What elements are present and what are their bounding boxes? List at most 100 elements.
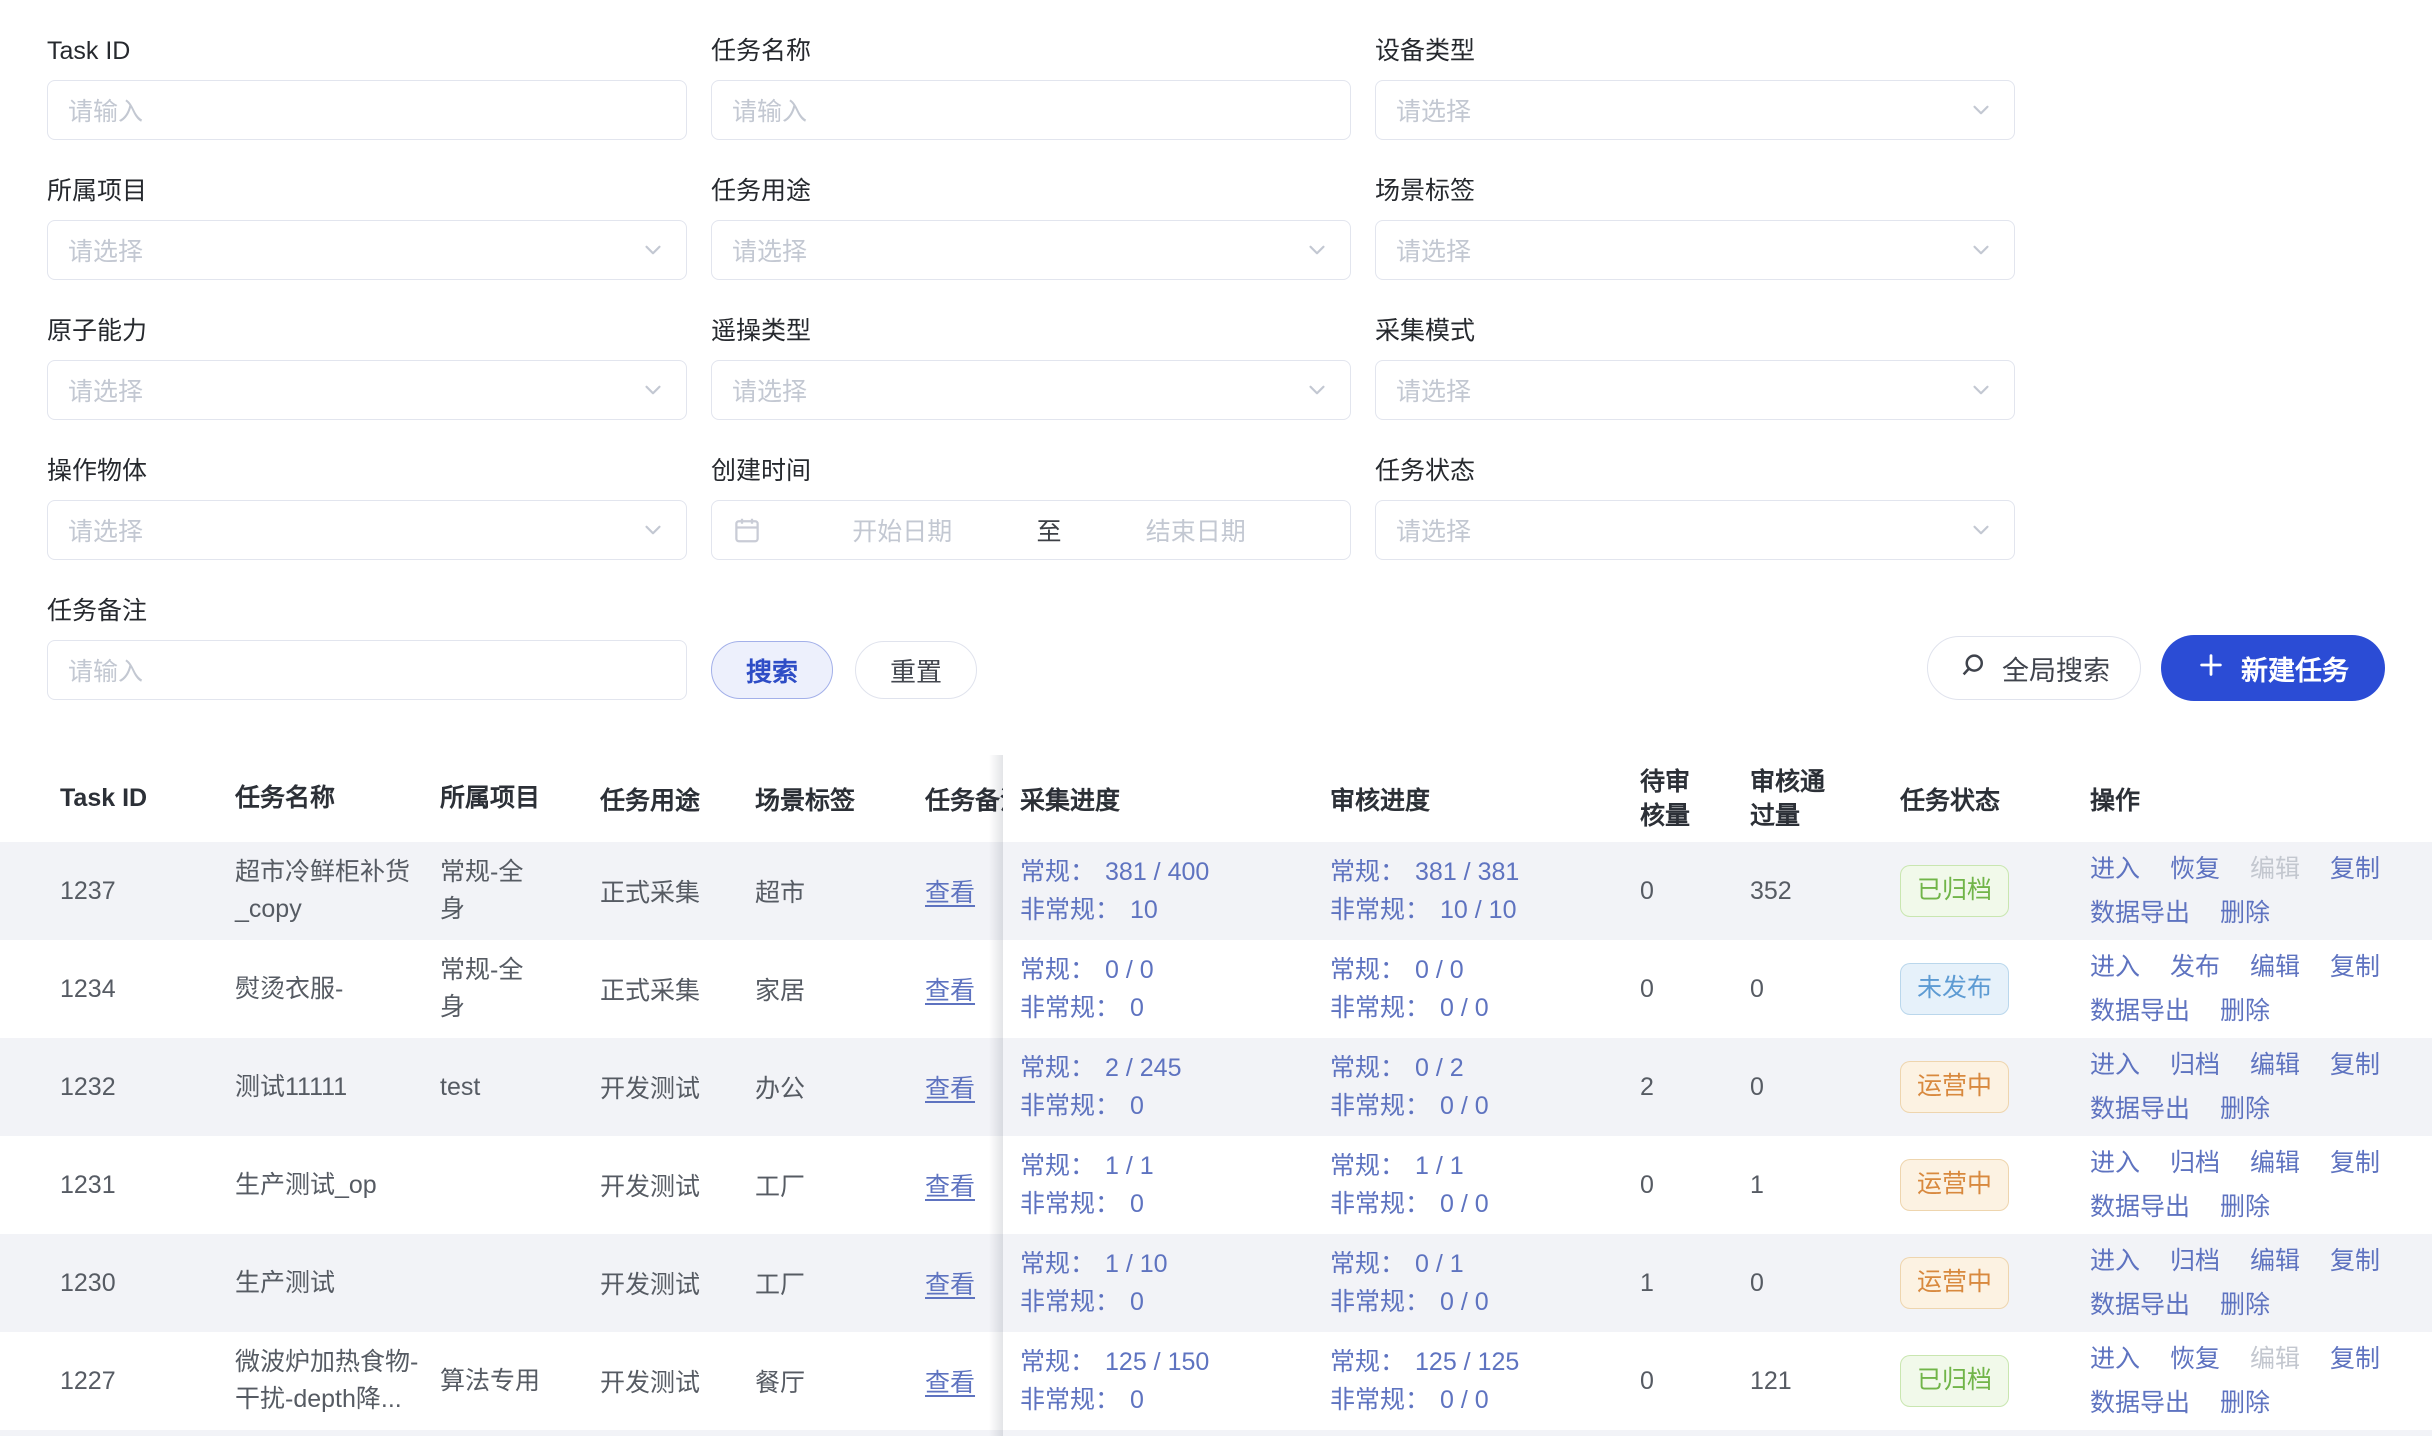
status-badge: 运营中 — [1900, 1257, 2009, 1309]
cell-approved: 0 — [1750, 975, 1900, 1004]
task-id-input[interactable]: 请输入 — [47, 80, 687, 140]
op-copy[interactable]: 复制 — [2330, 1246, 2380, 1276]
cell-status: 运营中 — [1900, 1061, 2090, 1113]
view-remark-link[interactable]: 查看 — [925, 879, 975, 907]
cell-pending-review: 1 — [1640, 1269, 1750, 1298]
regular-label: 常规： — [1330, 1250, 1405, 1278]
op-delete[interactable]: 删除 — [2220, 898, 2270, 928]
op-edit[interactable]: 编辑 — [2250, 1050, 2300, 1080]
op-enter[interactable]: 进入 — [2090, 854, 2140, 884]
op-archive[interactable]: 归档 — [2170, 1148, 2220, 1178]
header-collect-progress: 采集进度 — [1003, 781, 1330, 817]
cell-task-id: 1234 — [0, 975, 235, 1004]
global-search-button[interactable]: 全局搜索 — [1927, 636, 2141, 700]
op-copy[interactable]: 复制 — [2330, 1344, 2380, 1374]
search-button[interactable]: 搜索 — [711, 641, 833, 699]
op-edit[interactable]: 编辑 — [2250, 952, 2300, 982]
device-type-select[interactable]: 请选择 — [1375, 80, 2015, 140]
cell-project: 算法专用 — [440, 1363, 600, 1400]
start-date-input[interactable]: 开始日期 — [768, 512, 1037, 548]
filter-label: 设备类型 — [1375, 36, 2015, 66]
op-enter[interactable]: 进入 — [2090, 1246, 2140, 1276]
cell-approved: 121 — [1750, 1367, 1900, 1396]
task-remark-input[interactable]: 请输入 — [47, 640, 687, 700]
op-restore[interactable]: 恢复 — [2170, 1344, 2220, 1374]
new-task-button[interactable]: 新建任务 — [2161, 635, 2385, 701]
review-irregular-value: 10 / 10 — [1440, 896, 1516, 924]
collect-regular-value: 2 / 245 — [1105, 1054, 1181, 1082]
op-publish[interactable]: 发布 — [2170, 952, 2220, 982]
filter-label: 任务备注 — [47, 596, 687, 626]
view-remark-link[interactable]: 查看 — [925, 1075, 975, 1103]
cell-status: 运营中 — [1900, 1159, 2090, 1211]
cell-ops: 进入发布编辑复制数据导出删除 — [2090, 952, 2432, 1026]
cell-scene: 工厂 — [755, 1265, 913, 1301]
op-copy[interactable]: 复制 — [2330, 1148, 2380, 1178]
operate-object-select[interactable]: 请选择 — [47, 500, 687, 560]
task-status-select[interactable]: 请选择 — [1375, 500, 2015, 560]
reset-button[interactable]: 重置 — [855, 641, 977, 699]
review-irregular-value: 0 / 0 — [1440, 1092, 1489, 1120]
op-export[interactable]: 数据导出 — [2090, 1388, 2190, 1418]
review-regular-value: 381 / 381 — [1415, 858, 1519, 886]
filter-task-id: Task ID 请输入 — [47, 36, 687, 140]
view-remark-link[interactable]: 查看 — [925, 1271, 975, 1299]
cell-ops: 进入恢复编辑复制数据导出删除 — [2090, 1344, 2432, 1418]
collect-irregular-value: 0 — [1130, 994, 1144, 1022]
view-remark-link[interactable]: 查看 — [925, 977, 975, 1005]
op-export[interactable]: 数据导出 — [2090, 996, 2190, 1026]
task-name-input[interactable]: 请输入 — [711, 80, 1351, 140]
view-remark-link[interactable]: 查看 — [925, 1369, 975, 1397]
end-date-input[interactable]: 结束日期 — [1062, 512, 1331, 548]
view-remark-link[interactable]: 查看 — [925, 1173, 975, 1201]
status-badge: 未发布 — [1900, 963, 2009, 1015]
op-enter[interactable]: 进入 — [2090, 1344, 2140, 1374]
op-export[interactable]: 数据导出 — [2090, 1290, 2190, 1320]
table-row: 1232 测试11111 test 开发测试 办公 查看 常规：2 / 245 … — [0, 1038, 2432, 1136]
teleop-type-select[interactable]: 请选择 — [711, 360, 1351, 420]
op-restore[interactable]: 恢复 — [2170, 854, 2220, 884]
header-ops: 操作 — [2090, 781, 2432, 817]
op-copy[interactable]: 复制 — [2330, 952, 2380, 982]
op-export[interactable]: 数据导出 — [2090, 1192, 2190, 1222]
op-delete[interactable]: 删除 — [2220, 1094, 2270, 1124]
cell-status: 未发布 — [1900, 963, 2090, 1015]
op-edit[interactable]: 编辑 — [2250, 854, 2300, 884]
op-export[interactable]: 数据导出 — [2090, 1094, 2190, 1124]
filter-panel: Task ID 请输入 任务名称 请输入 设备类型 请选择 所属项目 请选择 任… — [0, 0, 2432, 736]
cell-purpose: 开发测试 — [600, 1167, 755, 1203]
cell-approved: 0 — [1750, 1269, 1900, 1298]
op-enter[interactable]: 进入 — [2090, 952, 2140, 982]
table-body: 1237 超市冷鲜柜补货_copy 常规-全身 正式采集 超市 查看 常规：38… — [0, 842, 2432, 1430]
op-delete[interactable]: 删除 — [2220, 1388, 2270, 1418]
collect-regular-value: 381 / 400 — [1105, 858, 1209, 886]
op-edit[interactable]: 编辑 — [2250, 1148, 2300, 1178]
filter-scene-tag: 场景标签 请选择 — [1375, 176, 2015, 280]
table-row: 1227 微波炉加热食物-干扰-depth降... 算法专用 开发测试 餐厅 查… — [0, 1332, 2432, 1430]
op-edit[interactable]: 编辑 — [2250, 1246, 2300, 1276]
op-delete[interactable]: 删除 — [2220, 1290, 2270, 1320]
op-edit[interactable]: 编辑 — [2250, 1344, 2300, 1374]
op-enter[interactable]: 进入 — [2090, 1050, 2140, 1080]
cell-approved: 0 — [1750, 1073, 1900, 1102]
op-delete[interactable]: 删除 — [2220, 1192, 2270, 1222]
review-regular-value: 125 / 125 — [1415, 1348, 1519, 1376]
op-copy[interactable]: 复制 — [2330, 1050, 2380, 1080]
op-copy[interactable]: 复制 — [2330, 854, 2380, 884]
op-archive[interactable]: 归档 — [2170, 1246, 2220, 1276]
project-select[interactable]: 请选择 — [47, 220, 687, 280]
op-links: 进入归档编辑复制数据导出删除 — [2090, 1148, 2422, 1222]
op-delete[interactable]: 删除 — [2220, 996, 2270, 1026]
atomic-ability-select[interactable]: 请选择 — [47, 360, 687, 420]
collect-irregular-value: 0 — [1130, 1092, 1144, 1120]
date-range-picker[interactable]: 开始日期 至 结束日期 — [711, 500, 1351, 560]
scene-tag-select[interactable]: 请选择 — [1375, 220, 2015, 280]
cell-task-id: 1227 — [0, 1367, 235, 1396]
cell-pending-review: 2 — [1640, 1073, 1750, 1102]
collect-mode-select[interactable]: 请选择 — [1375, 360, 2015, 420]
op-archive[interactable]: 归档 — [2170, 1050, 2220, 1080]
cell-project: 常规-全身 — [440, 952, 600, 1026]
op-export[interactable]: 数据导出 — [2090, 898, 2190, 928]
purpose-select[interactable]: 请选择 — [711, 220, 1351, 280]
op-enter[interactable]: 进入 — [2090, 1148, 2140, 1178]
